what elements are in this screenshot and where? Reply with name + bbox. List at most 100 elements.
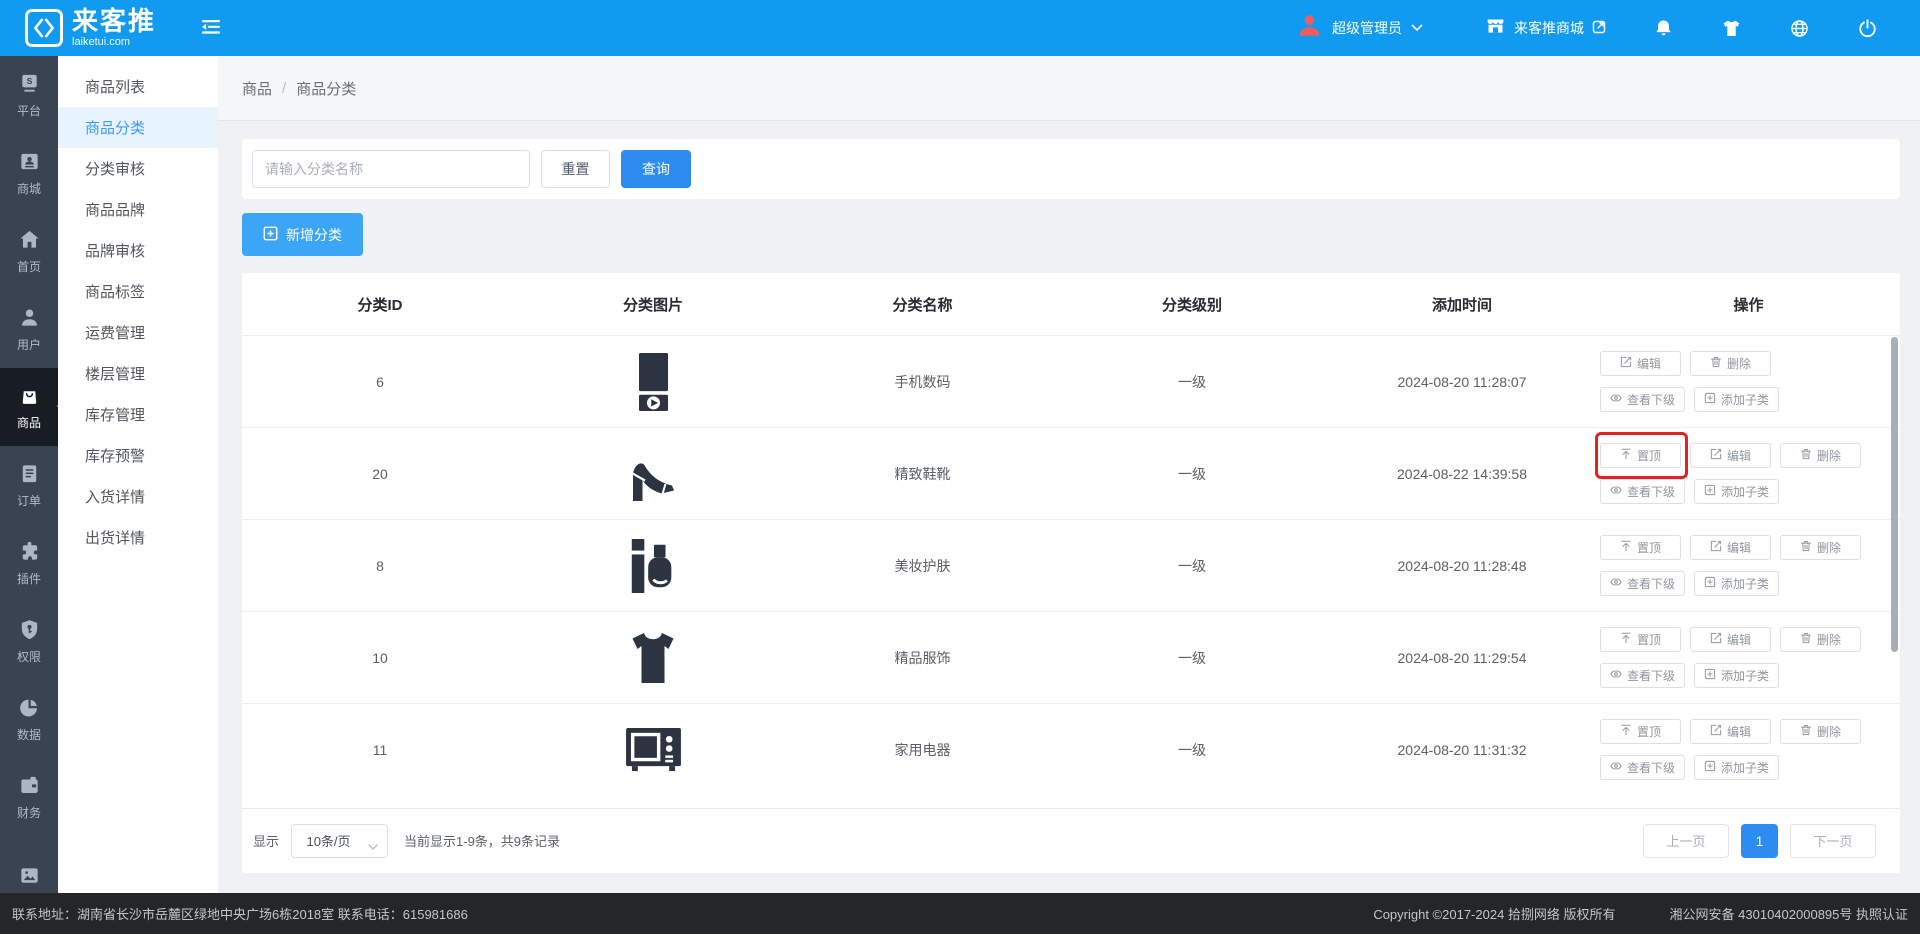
trash-icon xyxy=(1800,540,1812,555)
edit-icon xyxy=(1710,724,1722,739)
view-children-button[interactable]: 查看下级 xyxy=(1600,479,1685,504)
submenu-item-goods-tag[interactable]: 商品标签 xyxy=(58,271,218,312)
sidebar-item-plugin[interactable]: 插件 xyxy=(0,524,58,602)
next-page-button[interactable]: 下一页 xyxy=(1790,824,1876,858)
submenu-item-goods-brand[interactable]: 商品品牌 xyxy=(58,189,218,230)
view-children-button[interactable]: 查看下级 xyxy=(1600,755,1685,780)
add-category-button[interactable]: 新增分类 xyxy=(242,213,363,256)
add-child-button[interactable]: 添加子类 xyxy=(1694,663,1779,688)
logo: 来客推 laiketui.com xyxy=(25,8,156,48)
submenu-item-inbound[interactable]: 入货详情 xyxy=(58,476,218,517)
submenu-item-stock-warning[interactable]: 库存预警 xyxy=(58,435,218,476)
category-name-input[interactable] xyxy=(252,150,530,188)
delete-button[interactable]: 删除 xyxy=(1780,627,1861,652)
submenu-item-goods-category[interactable]: 商品分类 xyxy=(58,107,218,148)
submenu-item-brand-audit[interactable]: 品牌审核 xyxy=(58,230,218,271)
view-children-button[interactable]: 查看下级 xyxy=(1600,571,1685,596)
tshirt-icon[interactable] xyxy=(1720,17,1742,39)
category-name: 美妆护肤 xyxy=(788,556,1057,576)
menu-collapse-icon[interactable] xyxy=(200,18,222,38)
power-logout-icon[interactable] xyxy=(1856,17,1878,39)
notification-bell-icon[interactable] xyxy=(1652,17,1674,39)
sidebar-item-order[interactable]: 订单 xyxy=(0,446,58,524)
edit-button[interactable]: 编辑 xyxy=(1600,351,1681,376)
submenu-item-stock[interactable]: 库存管理 xyxy=(58,394,218,435)
search-button[interactable]: 查询 xyxy=(621,150,691,188)
category-id: 11 xyxy=(242,742,518,758)
sidebar-item-data[interactable]: 数据 xyxy=(0,680,58,758)
add-child-button[interactable]: 添加子类 xyxy=(1694,755,1779,780)
trash-icon xyxy=(1800,632,1812,647)
logo-icon xyxy=(25,9,63,47)
eye-icon xyxy=(1610,668,1622,683)
delete-button[interactable]: 删除 xyxy=(1690,351,1771,376)
sidebar-item-label: 财务 xyxy=(17,804,41,821)
sidebar-item-home[interactable]: 首页 xyxy=(0,212,58,290)
sidebar-item-label: 商城 xyxy=(17,180,41,197)
pagination-bar: 显示 10条/页 当前显示1-9条，共9条记录 上一页 1 下一页 xyxy=(242,808,1900,872)
sidebar-item-label: 商品 xyxy=(17,414,41,431)
prev-page-button[interactable]: 上一页 xyxy=(1643,824,1729,858)
pin-top-button[interactable]: 置顶 xyxy=(1600,627,1681,652)
shop-link[interactable]: 来客推商城 xyxy=(1485,16,1606,40)
add-child-button[interactable]: 添加子类 xyxy=(1694,571,1779,596)
user-menu[interactable]: 超级管理员 xyxy=(1296,12,1423,44)
column-header: 分类名称 xyxy=(788,294,1057,315)
edit-button[interactable]: 编辑 xyxy=(1690,719,1771,744)
breadcrumb: 商品 / 商品分类 xyxy=(218,56,1920,121)
pin-top-button[interactable]: 置顶 xyxy=(1600,719,1681,744)
microwave-category-icon xyxy=(518,725,788,774)
sidebar-item-platform[interactable]: S平台 xyxy=(0,56,58,134)
table-scrollbar[interactable] xyxy=(1891,337,1898,652)
add-child-button[interactable]: 添加子类 xyxy=(1694,479,1779,504)
edit-button[interactable]: 编辑 xyxy=(1690,535,1771,560)
delete-button[interactable]: 删除 xyxy=(1780,719,1861,744)
order-icon xyxy=(18,462,41,485)
category-id: 10 xyxy=(242,650,518,666)
sidebar-item-mall[interactable]: 商城 xyxy=(0,134,58,212)
pin-top-button[interactable]: 置顶 xyxy=(1600,443,1681,468)
edit-button[interactable]: 编辑 xyxy=(1690,627,1771,652)
sidebar-item-finance[interactable]: 财务 xyxy=(0,758,58,836)
chevron-down-icon xyxy=(1411,19,1423,37)
edit-button[interactable]: 编辑 xyxy=(1690,443,1771,468)
sidebar-item-label: 数据 xyxy=(17,726,41,743)
sidebar-item-permission[interactable]: 权限 xyxy=(0,602,58,680)
view-children-button[interactable]: 查看下级 xyxy=(1600,387,1685,412)
footer: 联系地址：湖南省长沙市岳麓区绿地中央广场6栋2018室 联系电话：6159816… xyxy=(0,893,1920,934)
breadcrumb-section[interactable]: 商品 xyxy=(242,78,272,99)
add-child-button[interactable]: 添加子类 xyxy=(1694,387,1779,412)
breadcrumb-page: 商品分类 xyxy=(296,78,356,99)
add-child-icon xyxy=(1704,576,1716,591)
sidebar-item-user[interactable]: 用户 xyxy=(0,290,58,368)
top-icon xyxy=(1620,724,1632,739)
top-icon xyxy=(1620,540,1632,555)
submenu-item-goods-list[interactable]: 商品列表 xyxy=(58,66,218,107)
pin-top-button[interactable]: 置顶 xyxy=(1600,535,1681,560)
delete-button[interactable]: 删除 xyxy=(1780,443,1861,468)
submenu-item-floor[interactable]: 楼层管理 xyxy=(58,353,218,394)
delete-button[interactable]: 删除 xyxy=(1780,535,1861,560)
submenu-item-freight[interactable]: 运费管理 xyxy=(58,312,218,353)
table-row: 11家用电器一级2024-08-20 11:31:32置顶编辑删除查看下级添加子… xyxy=(242,703,1900,795)
edit-icon xyxy=(1710,632,1722,647)
media-icon xyxy=(18,864,41,887)
column-header: 分类图片 xyxy=(518,294,788,315)
logo-title: 来客推 xyxy=(72,8,156,34)
view-children-button[interactable]: 查看下级 xyxy=(1600,663,1685,688)
globe-icon[interactable] xyxy=(1788,17,1810,39)
reset-button[interactable]: 重置 xyxy=(541,150,610,188)
row-actions: 置顶编辑删除查看下级添加子类 xyxy=(1597,719,1900,780)
eye-icon xyxy=(1610,392,1622,407)
page-size-select[interactable]: 10条/页 xyxy=(291,824,388,858)
submenu-item-label: 运费管理 xyxy=(85,322,145,343)
eye-icon xyxy=(1610,484,1622,499)
category-level: 一级 xyxy=(1057,372,1327,392)
trash-icon xyxy=(1710,356,1722,371)
submenu-item-category-audit[interactable]: 分类审核 xyxy=(58,148,218,189)
submenu-item-label: 楼层管理 xyxy=(85,363,145,384)
tshirt-category-icon xyxy=(518,630,788,686)
trash-icon xyxy=(1800,448,1812,463)
submenu-item-outbound[interactable]: 出货详情 xyxy=(58,517,218,558)
page-number-button[interactable]: 1 xyxy=(1741,824,1778,858)
